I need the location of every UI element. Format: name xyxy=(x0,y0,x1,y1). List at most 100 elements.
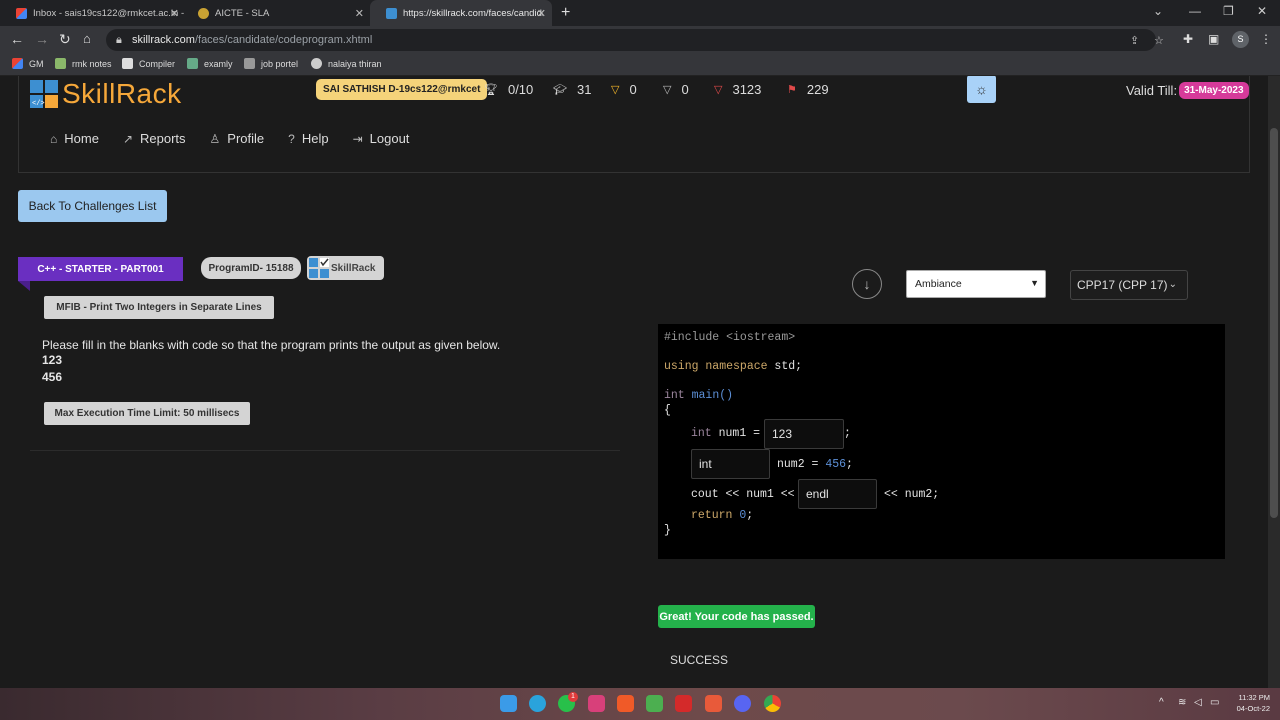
code-editor[interactable]: #include <iostream> using namespace std;… xyxy=(658,324,1225,559)
sidebar-icon[interactable]: ▣ xyxy=(1208,32,1219,46)
stat-value: 0/10 xyxy=(507,82,534,97)
tab-search-icon[interactable]: ⌄ xyxy=(1153,4,1163,18)
share-icon[interactable]: ⇪ xyxy=(1130,34,1139,47)
windows-start-icon[interactable] xyxy=(500,695,517,712)
forward-arrow-icon[interactable]: → xyxy=(35,31,49,47)
bookmark-gm[interactable]: GM xyxy=(12,58,44,69)
examly-icon xyxy=(187,58,198,69)
home-icon[interactable]: ⌂ xyxy=(83,31,91,46)
result-status: SUCCESS xyxy=(670,653,729,667)
skillrack-logo-icon xyxy=(309,258,329,278)
blank-input-2[interactable]: int xyxy=(691,449,770,479)
question-icon: ? xyxy=(288,131,295,146)
scrollbar-thumb[interactable] xyxy=(1270,128,1278,518)
profile-avatar[interactable]: S xyxy=(1232,31,1249,48)
bookmark-examly[interactable]: examly xyxy=(187,58,233,69)
gold-medal-icon: ▽ xyxy=(611,84,620,96)
nav-label: Profile xyxy=(227,131,265,146)
arrow-down-icon: ↓ xyxy=(863,276,871,292)
back-to-challenges-button[interactable]: Back To Challenges List xyxy=(18,190,167,222)
blank-input-3[interactable]: endl xyxy=(798,479,877,509)
language-select[interactable]: CPP17 (CPP 17) ⌄ xyxy=(1070,270,1188,300)
close-icon[interactable]: ✕ xyxy=(170,7,179,20)
brave-beta-icon[interactable] xyxy=(705,695,722,712)
flag-icon: ⚑ xyxy=(787,84,797,96)
stat-value: 229 xyxy=(806,82,829,97)
skillrack-logo[interactable]: </> SkillRack xyxy=(30,78,182,110)
code-type: int xyxy=(664,389,685,402)
extensions-icon[interactable]: ✚ xyxy=(1183,32,1193,46)
instagram-icon[interactable] xyxy=(588,695,605,712)
page-content: </> SkillRack SAI SATHISH D-19cs122@rmkc… xyxy=(0,76,1268,688)
code-brace: } xyxy=(664,524,671,537)
tab-skillrack[interactable]: https://skillrack.com/faces/candidat ✕ xyxy=(370,0,552,26)
bookmark-compiler[interactable]: Compiler xyxy=(122,58,175,69)
battery-icon[interactable]: ▭ xyxy=(1210,697,1219,708)
minimize-button[interactable]: — xyxy=(1189,4,1201,18)
code-include-line: #include <iostream> xyxy=(664,331,796,344)
window-close-button[interactable]: ✕ xyxy=(1257,4,1267,18)
nav-label: Home xyxy=(64,131,99,146)
editor-theme-select[interactable]: Ambiance ▼ xyxy=(906,270,1046,298)
code-return-line: return 0; xyxy=(691,509,753,522)
code-cout-line: cout << num1 << xyxy=(691,488,795,501)
tab-gmail[interactable]: Inbox - sais19cs122@rmkcet.ac.in - ✕ xyxy=(0,0,185,26)
nav-profile[interactable]: ♙ Profile xyxy=(210,131,265,146)
blank-input-1[interactable]: 123 xyxy=(764,419,844,449)
stat-points: 🏆︎ 0/10 xyxy=(484,82,533,97)
back-arrow-icon[interactable]: ← xyxy=(10,31,24,47)
code-text: num1 = xyxy=(711,427,761,440)
chrome-icon[interactable] xyxy=(764,695,781,712)
nav-home[interactable]: ⌂ Home xyxy=(50,131,99,146)
svg-text:</>: </> xyxy=(32,100,45,108)
bookmark-star-icon[interactable]: ☆ xyxy=(1154,34,1164,47)
selected-language: CPP17 (CPP 17) xyxy=(1077,278,1168,292)
browser-toolbar: ← → ↻ ⌂ 🔒︎ skillrack.com /faces/candidat… xyxy=(0,26,1280,54)
nav-reports[interactable]: ↗ Reports xyxy=(123,131,186,146)
acrobat-icon[interactable] xyxy=(675,695,692,712)
volume-icon[interactable]: ◁ xyxy=(1194,697,1202,708)
page-scrollbar[interactable] xyxy=(1268,76,1280,688)
download-button[interactable]: ↓ xyxy=(852,269,882,299)
ribbon-fold xyxy=(18,281,30,291)
app-icon[interactable] xyxy=(646,695,663,712)
code-text: std; xyxy=(767,360,803,373)
bookmark-rmk-notes[interactable]: rmk notes xyxy=(55,58,112,69)
user-icon: ♙ xyxy=(209,131,221,146)
notification-badge: 1 xyxy=(568,692,578,702)
trophy-icon: 🏆︎ xyxy=(484,84,498,96)
browser-tab-bar: Inbox - sais19cs122@rmkcet.ac.in - ✕ AIC… xyxy=(0,0,1280,26)
maximize-button[interactable]: ❐ xyxy=(1223,4,1234,18)
discord-icon[interactable] xyxy=(734,695,751,712)
sun-icon: ☼ xyxy=(975,81,988,97)
bookmark-job-portel[interactable]: job portel xyxy=(244,58,298,69)
close-icon[interactable]: ✕ xyxy=(537,7,546,20)
menu-kebab-icon[interactable]: ⋮ xyxy=(1260,32,1272,46)
brave-icon[interactable] xyxy=(617,695,634,712)
wifi-icon[interactable]: ≋ xyxy=(1178,697,1186,708)
stat-value: 0 xyxy=(629,82,637,97)
graduation-cap-icon: 🎓︎ xyxy=(553,84,567,96)
close-icon[interactable]: ✕ xyxy=(355,7,364,20)
code-main-line: int main() xyxy=(664,389,733,402)
tab-aicte[interactable]: AICTE - SLA ✕ xyxy=(182,0,370,26)
problem-description: Please fill in the blanks with code so t… xyxy=(42,338,501,352)
valid-till-date: 31-May-2023 xyxy=(1179,82,1249,99)
reload-icon[interactable]: ↻ xyxy=(59,31,71,48)
system-clock[interactable]: 11:32 PM 04-Oct-22 xyxy=(1228,692,1270,714)
new-tab-button[interactable]: + xyxy=(561,4,570,22)
lock-icon: 🔒︎ xyxy=(116,34,122,46)
bookmark-label: job portel xyxy=(261,58,299,69)
theme-toggle-button[interactable]: ☼ xyxy=(967,76,996,103)
main-nav: ⌂ Home ↗ Reports ♙ Profile ? Help ⇥ Logout xyxy=(50,131,433,146)
tray-chevron-icon[interactable]: ^ xyxy=(1159,697,1164,708)
address-bar[interactable]: 🔒︎ skillrack.com /faces/candidate/codepr… xyxy=(106,29,1164,51)
bookmark-nalaiya-thiran[interactable]: nalaiya thiran xyxy=(311,58,382,69)
program-id-badge: ProgramID- 15188 xyxy=(201,257,301,279)
telegram-icon[interactable] xyxy=(529,695,546,712)
nav-help[interactable]: ? Help xyxy=(288,131,328,146)
track-ribbon: C++ - STARTER - PART001 xyxy=(18,257,183,281)
code-using-line: using namespace std; xyxy=(664,360,802,373)
bookmark-label: rmk notes xyxy=(72,58,112,69)
nav-logout[interactable]: ⇥ Logout xyxy=(353,131,410,146)
